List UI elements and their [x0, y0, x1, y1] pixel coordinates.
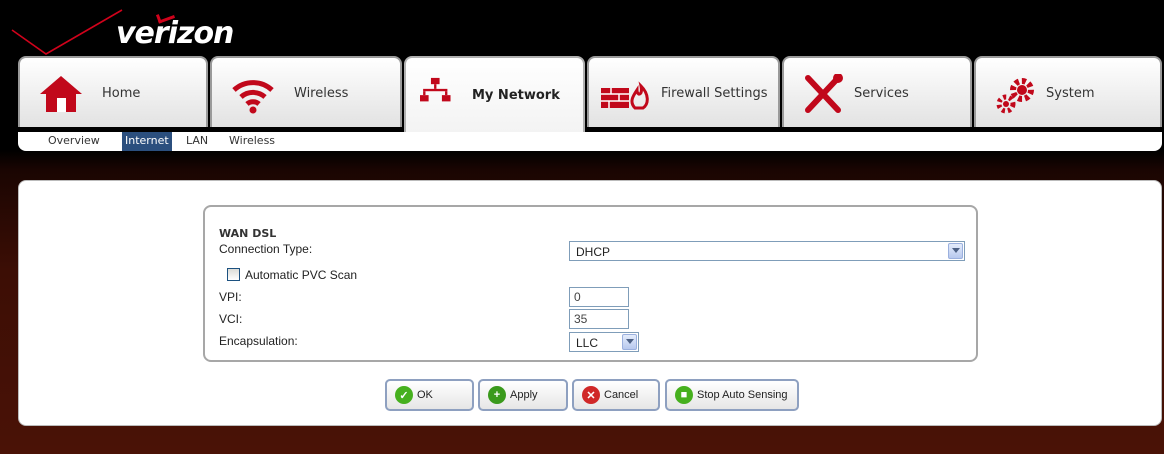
subnav-item-wireless[interactable]: Wireless [229, 132, 275, 151]
connection-type-label: Connection Type: [219, 242, 313, 256]
tab-firewall-settings-label: Firewall Settings [661, 86, 768, 101]
connection-type-select[interactable]: DHCP [569, 241, 965, 261]
gears-icon [996, 78, 1034, 114]
vpi-input[interactable]: 0 [569, 287, 629, 307]
encapsulation-label: Encapsulation: [219, 334, 298, 348]
content-panel: WAN DSL Connection Type: DHCP Automatic … [18, 180, 1162, 426]
encapsulation-value: LLC [576, 336, 599, 350]
wan-dsl-settings-group: WAN DSL Connection Type: DHCP Automatic … [203, 205, 978, 362]
tab-wireless[interactable]: Wireless [210, 56, 402, 127]
connection-type-value: DHCP [576, 245, 611, 259]
tab-home[interactable]: Home [18, 56, 208, 127]
verizon-swoosh-logo [11, 9, 123, 55]
tab-system-label: System [1046, 86, 1095, 101]
tab-wireless-label: Wireless [294, 86, 349, 101]
home-icon [40, 76, 82, 112]
tools-icon [805, 74, 843, 113]
firewall-icon [601, 81, 649, 110]
cancel-icon: ✕ [582, 386, 600, 404]
tab-my-network[interactable]: My Network [404, 56, 585, 132]
stop-auto-sensing-button-label: Stop Auto Sensing [697, 389, 788, 401]
automatic-pvc-scan-label: Automatic PVC Scan [245, 268, 358, 282]
apply-button-label: Apply [510, 389, 538, 401]
section-title: WAN DSL [219, 227, 277, 240]
vci-label: VCI: [219, 312, 243, 326]
tab-my-network-label: My Network [472, 88, 560, 103]
sub-navigation: Overview Internet LAN Wireless [18, 132, 1162, 151]
apply-button[interactable]: + Apply [478, 379, 568, 411]
ok-button-label: OK [417, 389, 433, 401]
cancel-button-label: Cancel [604, 389, 639, 401]
apply-icon: + [488, 386, 506, 404]
tab-home-label: Home [102, 86, 141, 101]
automatic-pvc-scan-checkbox[interactable] [227, 268, 240, 281]
subnav-item-lan[interactable]: LAN [186, 132, 208, 151]
stop-auto-sensing-button[interactable]: ■ Stop Auto Sensing [665, 379, 799, 411]
subnav-item-internet[interactable]: Internet [122, 132, 172, 151]
chevron-down-icon[interactable] [948, 243, 963, 259]
encapsulation-select[interactable]: LLC [569, 332, 639, 352]
tab-services-label: Services [854, 86, 909, 101]
cancel-button[interactable]: ✕ Cancel [572, 379, 660, 411]
ok-button[interactable]: ✓ OK [385, 379, 474, 411]
vpi-label: VPI: [219, 290, 242, 304]
tab-system[interactable]: System [974, 56, 1162, 127]
vci-input[interactable]: 35 [569, 309, 629, 329]
stop-icon: ■ [675, 386, 693, 404]
tab-services[interactable]: Services [782, 56, 972, 127]
wifi-icon [232, 80, 274, 114]
tab-firewall-settings[interactable]: Firewall Settings [587, 56, 780, 127]
subnav-item-overview[interactable]: Overview [48, 132, 100, 151]
brand-logo: verizon [116, 16, 234, 51]
checkmark-icon: ✓ [395, 386, 413, 404]
chevron-down-icon[interactable] [622, 334, 637, 350]
network-icon [420, 77, 451, 102]
